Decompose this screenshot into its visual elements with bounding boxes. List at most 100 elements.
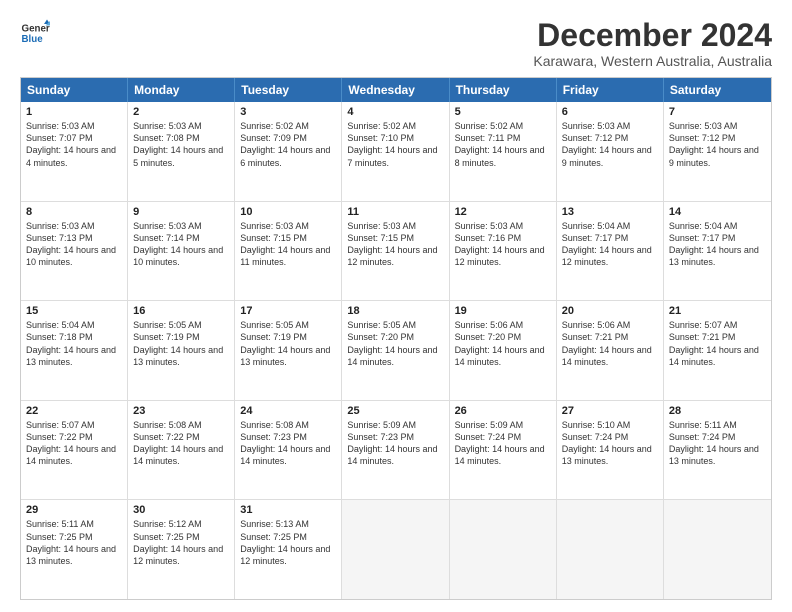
calendar-row-3: 15Sunrise: 5:04 AMSunset: 7:18 PMDayligh… <box>21 300 771 400</box>
day-number: 1 <box>26 106 122 118</box>
cell-info: Sunrise: 5:09 AMSunset: 7:24 PMDaylight:… <box>455 419 551 468</box>
cell-info: Sunrise: 5:03 AMSunset: 7:07 PMDaylight:… <box>26 120 122 169</box>
cell-info: Sunrise: 5:11 AMSunset: 7:25 PMDaylight:… <box>26 518 122 567</box>
month-title: December 2024 <box>533 18 772 53</box>
day-number: 3 <box>240 106 336 118</box>
day-number: 28 <box>669 405 766 417</box>
calendar-cell: 19Sunrise: 5:06 AMSunset: 7:20 PMDayligh… <box>450 301 557 400</box>
day-number: 17 <box>240 305 336 317</box>
day-number: 22 <box>26 405 122 417</box>
calendar-cell: 3 Sunrise: 5:02 AMSunset: 7:09 PMDaylight… <box>235 102 342 201</box>
calendar-cell: 12 Sunrise: 5:03 AMSunset: 7:16 PMDayligh… <box>450 202 557 301</box>
cell-info: Sunrise: 5:11 AMSunset: 7:24 PMDaylight:… <box>669 419 766 468</box>
calendar-cell: 9Sunrise: 5:03 AMSunset: 7:14 PMDaylight… <box>128 202 235 301</box>
cell-info: Sunrise: 5:08 AMSunset: 7:23 PMDaylight:… <box>240 419 336 468</box>
subtitle: Karawara, Western Australia, Australia <box>533 53 772 69</box>
cell-info: Sunrise: 5:02 AMSunset: 7:10 PMDaylight:… <box>347 120 443 169</box>
day-number: 16 <box>133 305 229 317</box>
calendar-cell <box>664 500 771 599</box>
day-number: 8 <box>26 206 122 218</box>
calendar-cell <box>557 500 664 599</box>
svg-text:Blue: Blue <box>22 34 44 45</box>
calendar-row-2: 8 Sunrise: 5:03 AMSunset: 7:13 PMDaylight… <box>21 201 771 301</box>
day-number: 11 <box>347 206 443 218</box>
cell-info: Sunrise: 5:03 AMSunset: 7:15 PMDaylight:… <box>347 220 443 269</box>
cell-info: Sunrise: 5:03 AMSunset: 7:14 PMDaylight:… <box>133 220 229 269</box>
cell-info: Sunrise: 5:13 AMSunset: 7:25 PMDaylight:… <box>240 518 336 567</box>
cell-info: Sunrise: 5:06 AMSunset: 7:21 PMDaylight:… <box>562 319 658 368</box>
title-block: December 2024 Karawara, Western Australi… <box>533 18 772 69</box>
calendar-cell: 23Sunrise: 5:08 AMSunset: 7:22 PMDayligh… <box>128 401 235 500</box>
header-day-thursday: Thursday <box>450 78 557 102</box>
calendar-cell: 8 Sunrise: 5:03 AMSunset: 7:13 PMDaylight… <box>21 202 128 301</box>
calendar-cell: 29 Sunrise: 5:11 AMSunset: 7:25 PMDayligh… <box>21 500 128 599</box>
header-day-tuesday: Tuesday <box>235 78 342 102</box>
day-number: 4 <box>347 106 443 118</box>
calendar-cell: 30 Sunrise: 5:12 AMSunset: 7:25 PMDayligh… <box>128 500 235 599</box>
cell-info: Sunrise: 5:03 AMSunset: 7:13 PMDaylight:… <box>26 220 122 269</box>
cell-info: Sunrise: 5:12 AMSunset: 7:25 PMDaylight:… <box>133 518 229 567</box>
day-number: 18 <box>347 305 443 317</box>
calendar-cell: 28 Sunrise: 5:11 AMSunset: 7:24 PMDayligh… <box>664 401 771 500</box>
page: General Blue December 2024 Karawara, Wes… <box>0 0 792 612</box>
calendar-cell: 21 Sunrise: 5:07 AMSunset: 7:21 PMDayligh… <box>664 301 771 400</box>
cell-info: Sunrise: 5:04 AMSunset: 7:18 PMDaylight:… <box>26 319 122 368</box>
calendar-row-5: 29 Sunrise: 5:11 AMSunset: 7:25 PMDayligh… <box>21 499 771 599</box>
day-number: 29 <box>26 504 122 516</box>
calendar-cell <box>342 500 449 599</box>
calendar-cell: 13 Sunrise: 5:04 AMSunset: 7:17 PMDayligh… <box>557 202 664 301</box>
calendar-header: SundayMondayTuesdayWednesdayThursdayFrid… <box>21 78 771 102</box>
cell-info: Sunrise: 5:08 AMSunset: 7:22 PMDaylight:… <box>133 419 229 468</box>
cell-info: Sunrise: 5:03 AMSunset: 7:12 PMDaylight:… <box>562 120 658 169</box>
calendar-cell: 7Sunrise: 5:03 AMSunset: 7:12 PMDaylight… <box>664 102 771 201</box>
calendar-cell: 11 Sunrise: 5:03 AMSunset: 7:15 PMDayligh… <box>342 202 449 301</box>
logo: General Blue <box>20 18 50 48</box>
day-number: 26 <box>455 405 551 417</box>
calendar-cell <box>450 500 557 599</box>
calendar-cell: 16 Sunrise: 5:05 AMSunset: 7:19 PMDayligh… <box>128 301 235 400</box>
cell-info: Sunrise: 5:05 AMSunset: 7:19 PMDaylight:… <box>133 319 229 368</box>
header-day-wednesday: Wednesday <box>342 78 449 102</box>
header-day-monday: Monday <box>128 78 235 102</box>
day-number: 25 <box>347 405 443 417</box>
calendar-row-4: 22 Sunrise: 5:07 AMSunset: 7:22 PMDayligh… <box>21 400 771 500</box>
calendar-cell: 4 Sunrise: 5:02 AMSunset: 7:10 PMDaylight… <box>342 102 449 201</box>
calendar-cell: 27Sunrise: 5:10 AMSunset: 7:24 PMDayligh… <box>557 401 664 500</box>
calendar-cell: 18 Sunrise: 5:05 AMSunset: 7:20 PMDayligh… <box>342 301 449 400</box>
calendar-cell: 15Sunrise: 5:04 AMSunset: 7:18 PMDayligh… <box>21 301 128 400</box>
day-number: 13 <box>562 206 658 218</box>
calendar-cell: 14Sunrise: 5:04 AMSunset: 7:17 PMDayligh… <box>664 202 771 301</box>
cell-info: Sunrise: 5:07 AMSunset: 7:21 PMDaylight:… <box>669 319 766 368</box>
header-day-saturday: Saturday <box>664 78 771 102</box>
header-day-friday: Friday <box>557 78 664 102</box>
calendar-cell: 10Sunrise: 5:03 AMSunset: 7:15 PMDayligh… <box>235 202 342 301</box>
cell-info: Sunrise: 5:07 AMSunset: 7:22 PMDaylight:… <box>26 419 122 468</box>
cell-info: Sunrise: 5:10 AMSunset: 7:24 PMDaylight:… <box>562 419 658 468</box>
day-number: 31 <box>240 504 336 516</box>
cell-info: Sunrise: 5:09 AMSunset: 7:23 PMDaylight:… <box>347 419 443 468</box>
calendar-cell: 24Sunrise: 5:08 AMSunset: 7:23 PMDayligh… <box>235 401 342 500</box>
calendar-cell: 5Sunrise: 5:02 AMSunset: 7:11 PMDaylight… <box>450 102 557 201</box>
svg-text:General: General <box>22 24 51 35</box>
cell-info: Sunrise: 5:04 AMSunset: 7:17 PMDaylight:… <box>669 220 766 269</box>
calendar-cell: 20Sunrise: 5:06 AMSunset: 7:21 PMDayligh… <box>557 301 664 400</box>
cell-info: Sunrise: 5:03 AMSunset: 7:15 PMDaylight:… <box>240 220 336 269</box>
calendar-cell: 26 Sunrise: 5:09 AMSunset: 7:24 PMDayligh… <box>450 401 557 500</box>
header: General Blue December 2024 Karawara, Wes… <box>20 18 772 69</box>
day-number: 19 <box>455 305 551 317</box>
logo-icon: General Blue <box>20 18 50 48</box>
day-number: 12 <box>455 206 551 218</box>
day-number: 6 <box>562 106 658 118</box>
calendar-cell: 17Sunrise: 5:05 AMSunset: 7:19 PMDayligh… <box>235 301 342 400</box>
day-number: 30 <box>133 504 229 516</box>
calendar: SundayMondayTuesdayWednesdayThursdayFrid… <box>20 77 772 600</box>
day-number: 2 <box>133 106 229 118</box>
calendar-cell: 2Sunrise: 5:03 AMSunset: 7:08 PMDaylight… <box>128 102 235 201</box>
header-day-sunday: Sunday <box>21 78 128 102</box>
calendar-body: 1 Sunrise: 5:03 AMSunset: 7:07 PMDaylight… <box>21 102 771 599</box>
cell-info: Sunrise: 5:03 AMSunset: 7:16 PMDaylight:… <box>455 220 551 269</box>
cell-info: Sunrise: 5:02 AMSunset: 7:09 PMDaylight:… <box>240 120 336 169</box>
day-number: 21 <box>669 305 766 317</box>
cell-info: Sunrise: 5:05 AMSunset: 7:20 PMDaylight:… <box>347 319 443 368</box>
cell-info: Sunrise: 5:04 AMSunset: 7:17 PMDaylight:… <box>562 220 658 269</box>
